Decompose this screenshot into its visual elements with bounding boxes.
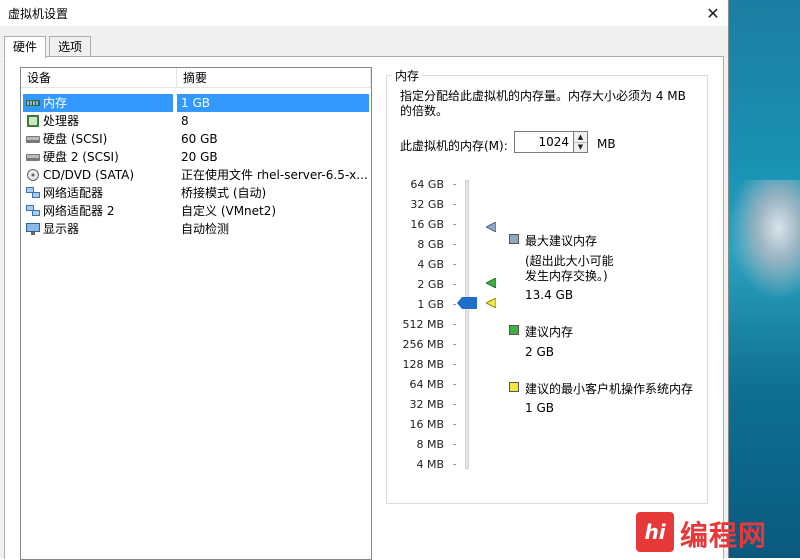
desktop-wallpaper-wave — [729, 180, 800, 300]
tab-hardware[interactable]: 硬件 — [4, 36, 47, 59]
scale-tick-label: 16 MB — [409, 418, 444, 431]
device-row-memory[interactable]: 内存 1 GB — [21, 94, 371, 112]
device-name: CD/DVD (SATA) — [43, 168, 135, 182]
title-bar: 虚拟机设置 ✕ — [0, 0, 728, 26]
recommended-value: 2 GB — [525, 345, 554, 359]
tab-options[interactable]: 选项 — [49, 36, 92, 58]
scale-tick — [453, 304, 456, 305]
device-name: 显示器 — [43, 222, 80, 236]
min-guest-label: 建议的最小客户机操作系统内存 — [525, 382, 694, 396]
device-row-hard-disk[interactable]: 硬盘 (SCSI) 60 GB — [21, 130, 371, 148]
scale-tick-label: 8 GB — [417, 238, 444, 251]
scale-tick — [453, 364, 456, 365]
device-summary: 20 GB — [181, 150, 218, 164]
device-name: 网络适配器 2 — [43, 204, 115, 218]
device-name: 处理器 — [43, 114, 80, 128]
network-adapter-icon — [26, 187, 40, 198]
memory-icon — [26, 100, 40, 106]
scale-tick-label: 512 MB — [402, 318, 444, 331]
scale-tick-label: 4 MB — [416, 458, 444, 471]
scale-tick — [453, 344, 456, 345]
recommended-marker-icon — [486, 278, 496, 288]
scale-tick — [453, 224, 456, 225]
memory-size-input[interactable]: 1024 — [514, 131, 574, 153]
device-summary: 正在使用文件 rhel-server-6.5-x... — [181, 168, 368, 182]
scale-tick — [453, 404, 456, 405]
memory-group-title: 内存 — [392, 67, 423, 84]
hard-disk-icon — [26, 136, 40, 143]
recommended-legend-icon — [509, 325, 519, 335]
scale-tick-label: 128 MB — [402, 358, 444, 371]
max-recommended-note-line2: 发生内存交换。) — [525, 269, 608, 283]
hard-disk-icon — [26, 154, 40, 161]
list-header: 设备 摘要 — [21, 68, 371, 88]
scale-tick — [453, 464, 456, 465]
min-guest-marker-icon — [486, 298, 496, 308]
close-button[interactable]: ✕ — [698, 0, 728, 26]
scale-tick — [453, 324, 456, 325]
processor-icon — [27, 115, 39, 127]
max-recommended-marker-icon — [486, 222, 496, 232]
close-icon: ✕ — [706, 3, 720, 23]
column-header-summary[interactable]: 摘要 — [177, 68, 371, 88]
spin-down-button[interactable]: ▼ — [574, 142, 587, 152]
device-name: 内存 — [43, 96, 68, 110]
scale-tick — [453, 284, 456, 285]
scale-tick-label: 64 MB — [409, 378, 444, 391]
min-guest-legend-icon — [509, 382, 519, 392]
device-list[interactable]: 设备 摘要 内存 1 GB 处理器 8 硬盘 (SCSI) 60 GB 硬盘 2… — [20, 67, 372, 560]
max-recommended-label: 最大建议内存 — [525, 234, 598, 248]
device-name: 网络适配器 — [43, 186, 104, 200]
device-summary: 1 GB — [177, 94, 369, 112]
window-title: 虚拟机设置 — [8, 7, 69, 21]
memory-field-label: 此虚拟机的内存(M): — [400, 139, 508, 153]
device-row-hard-disk-2[interactable]: 硬盘 2 (SCSI) 20 GB — [21, 148, 371, 166]
min-guest-value: 1 GB — [525, 401, 554, 415]
scale-tick — [453, 424, 456, 425]
device-summary: 自定义 (VMnet2) — [181, 204, 277, 218]
cd-dvd-icon — [27, 169, 39, 181]
scale-tick-label: 32 MB — [409, 398, 444, 411]
device-summary: 桥接模式 (自动) — [181, 186, 267, 200]
device-summary: 60 GB — [181, 132, 218, 146]
watermark-badge: hi — [636, 512, 674, 552]
scale-tick — [453, 204, 456, 205]
scale-tick-label: 256 MB — [402, 338, 444, 351]
scale-tick-label: 64 GB — [410, 178, 444, 191]
device-row-processor[interactable]: 处理器 8 — [21, 112, 371, 130]
scale-tick — [453, 184, 456, 185]
memory-slider-thumb[interactable] — [457, 297, 477, 309]
max-recommended-value: 13.4 GB — [525, 288, 574, 302]
watermark-text: 编程网 — [680, 519, 768, 552]
device-row-display[interactable]: 显示器 自动检测 — [21, 220, 371, 238]
recommended-label: 建议内存 — [525, 325, 574, 339]
scale-tick-label: 16 GB — [410, 218, 444, 231]
scale-tick — [453, 264, 456, 265]
watermark-logo: hi 编程网 — [636, 508, 796, 558]
scale-tick-label: 32 GB — [410, 198, 444, 211]
scale-tick-label: 1 GB — [417, 298, 444, 311]
memory-unit-label: MB — [597, 137, 616, 151]
device-row-network-adapter-2[interactable]: 网络适配器 2 自定义 (VMnet2) — [21, 202, 371, 220]
network-adapter-icon — [26, 205, 40, 216]
scale-tick-label: 4 GB — [417, 258, 444, 271]
device-summary: 自动检测 — [181, 222, 230, 236]
device-row-cd-dvd[interactable]: CD/DVD (SATA) 正在使用文件 rhel-server-6.5-x..… — [21, 166, 371, 184]
memory-description: 指定分配给此虚拟机的内存量。内存大小必须为 4 MB 的倍数。 — [400, 89, 686, 118]
max-recommended-legend-icon — [509, 234, 519, 244]
scale-tick-label: 8 MB — [416, 438, 444, 451]
device-summary: 8 — [181, 114, 189, 128]
scale-tick — [453, 244, 456, 245]
column-header-device[interactable]: 设备 — [21, 68, 177, 88]
display-icon — [26, 223, 40, 235]
scale-tick — [453, 444, 456, 445]
device-name: 硬盘 2 (SCSI) — [43, 150, 119, 164]
device-name: 硬盘 (SCSI) — [43, 132, 108, 146]
scale-tick-label: 2 GB — [417, 278, 444, 291]
memory-slider-track[interactable] — [465, 180, 469, 469]
memory-spinner: ▲ ▼ — [574, 131, 588, 153]
scale-tick — [453, 384, 456, 385]
device-row-network-adapter[interactable]: 网络适配器 桥接模式 (自动) — [21, 184, 371, 202]
